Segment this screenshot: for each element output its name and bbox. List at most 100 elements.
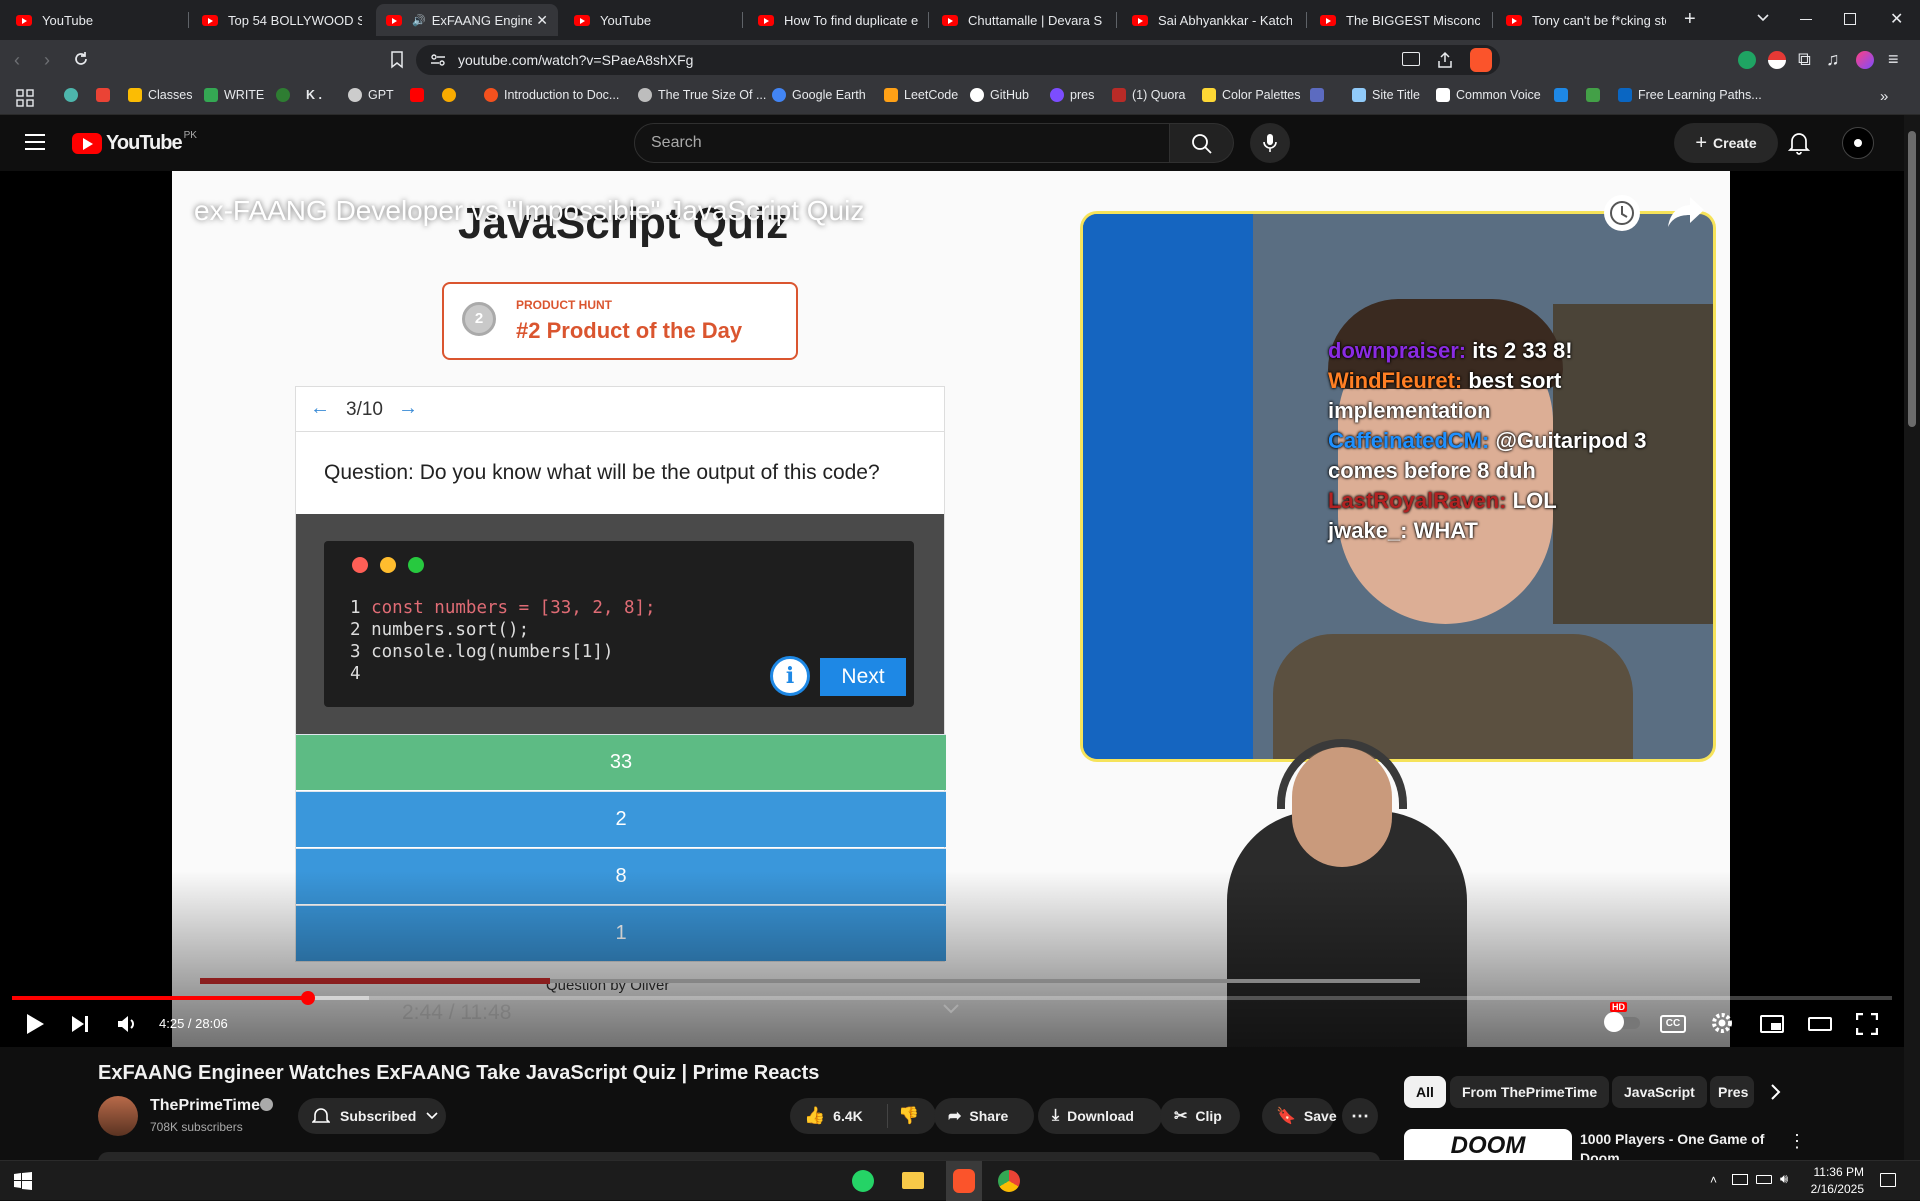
taskbar-active-app[interactable] bbox=[946, 1161, 982, 1201]
volume-icon[interactable] bbox=[116, 1014, 138, 1034]
progress-bar[interactable] bbox=[12, 991, 1892, 1005]
browser-menu-icon[interactable]: ≡ bbox=[1888, 49, 1899, 70]
download-button[interactable]: ⤓ Download bbox=[1038, 1098, 1162, 1134]
save-button[interactable]: 🔖 Save bbox=[1262, 1098, 1337, 1134]
share-arrow-icon[interactable] bbox=[1666, 195, 1706, 229]
chevron-right-icon[interactable] bbox=[1770, 1083, 1782, 1101]
speaker-icon[interactable]: 🔊︎ bbox=[1780, 1171, 1788, 1187]
bookmark-item[interactable]: Google Earth bbox=[772, 88, 866, 102]
settings-gear-icon[interactable] bbox=[1710, 1011, 1734, 1035]
browser-tab[interactable]: The BIGGEST Misconcepti bbox=[1310, 4, 1490, 36]
forward-icon[interactable]: › bbox=[44, 50, 50, 71]
bookmark-page-icon[interactable] bbox=[390, 51, 404, 69]
cast-icon[interactable] bbox=[1402, 52, 1420, 66]
pokeball-extension-icon[interactable] bbox=[1768, 51, 1786, 69]
tray-chevron-up-icon[interactable]: ˄ bbox=[1710, 1173, 1717, 1187]
dislike-button[interactable]: 👎 bbox=[888, 1106, 919, 1126]
browser-tab[interactable]: Tony can't be f*cking stop bbox=[1496, 4, 1676, 36]
share-page-icon[interactable] bbox=[1436, 51, 1454, 69]
bookmark-item[interactable] bbox=[1310, 88, 1330, 102]
bookmark-item[interactable] bbox=[410, 88, 430, 102]
bookmark-item[interactable] bbox=[442, 88, 462, 102]
back-icon[interactable]: ‹ bbox=[14, 50, 20, 71]
bookmark-item[interactable]: Free Learning Paths... bbox=[1618, 88, 1762, 102]
like-button[interactable]: 👍 6.4K bbox=[790, 1104, 888, 1128]
audio-playing-icon[interactable]: 🔊 bbox=[412, 14, 426, 27]
whatsapp-icon[interactable] bbox=[852, 1170, 874, 1192]
battery-icon[interactable] bbox=[1756, 1175, 1772, 1184]
browser-tab[interactable]: Sai Abhyankkar - Katchi S bbox=[1122, 4, 1302, 36]
bookmark-item[interactable]: K . bbox=[306, 88, 322, 102]
recommendation-thumbnail[interactable]: DOOM bbox=[1404, 1129, 1572, 1162]
search-button[interactable] bbox=[1170, 123, 1234, 163]
bookmark-item[interactable] bbox=[96, 88, 116, 102]
channel-name[interactable]: ThePrimeTime bbox=[150, 1097, 260, 1115]
fullscreen-icon[interactable] bbox=[1856, 1013, 1878, 1035]
subscribed-button[interactable]: Subscribed bbox=[298, 1098, 446, 1134]
notifications-icon[interactable] bbox=[1880, 1173, 1896, 1187]
chip-all[interactable]: All bbox=[1404, 1076, 1446, 1108]
browser-tab[interactable]: YouTube bbox=[6, 4, 190, 36]
play-icon[interactable] bbox=[24, 1012, 46, 1036]
bookmark-item[interactable]: pres bbox=[1050, 88, 1094, 102]
bookmark-item[interactable]: WRITE bbox=[204, 88, 264, 102]
bookmark-item[interactable]: GitHub bbox=[970, 88, 1029, 102]
bookmark-item[interactable] bbox=[1586, 88, 1606, 102]
site-info-icon[interactable] bbox=[430, 53, 446, 67]
network-icon[interactable] bbox=[1732, 1174, 1748, 1185]
theater-mode-icon[interactable] bbox=[1808, 1017, 1832, 1031]
chevron-down-icon[interactable] bbox=[942, 1003, 960, 1015]
recommendation-menu-icon[interactable]: ⋮ bbox=[1788, 1131, 1806, 1152]
media-controls-icon[interactable]: ♫ bbox=[1826, 49, 1840, 70]
bookmark-item[interactable] bbox=[64, 88, 84, 102]
video-player[interactable]: JavaScript Quiz 2 PRODUCT HUNT #2 Produc… bbox=[0, 171, 1904, 1047]
next-video-icon[interactable] bbox=[70, 1014, 90, 1034]
share-button[interactable]: ➦ Share bbox=[934, 1098, 1034, 1134]
bookmark-item[interactable]: Introduction to Doc... bbox=[484, 88, 619, 102]
chip-from-channel[interactable]: From ThePrimeTime bbox=[1450, 1076, 1610, 1108]
tab-search-chevron-icon[interactable] bbox=[1756, 10, 1770, 24]
extensions-puzzle-icon[interactable]: ⧉ bbox=[1798, 49, 1811, 70]
progress-scrubber-handle[interactable] bbox=[301, 991, 316, 1005]
clip-button[interactable]: ✂ Clip bbox=[1160, 1098, 1240, 1134]
more-actions-icon[interactable]: ⋯ bbox=[1342, 1098, 1378, 1134]
apps-grid-icon[interactable] bbox=[16, 89, 34, 107]
channel-avatar[interactable] bbox=[98, 1096, 138, 1136]
bookmark-item[interactable] bbox=[1554, 88, 1574, 102]
clock-time[interactable]: 11:36 PM bbox=[1808, 1165, 1864, 1179]
more-bookmarks-icon[interactable]: » bbox=[1880, 88, 1888, 105]
reload-icon[interactable] bbox=[72, 50, 90, 68]
clock-date[interactable]: 2/16/2025 bbox=[1796, 1182, 1864, 1196]
windows-start-icon[interactable] bbox=[14, 1172, 32, 1190]
bookmark-item[interactable]: GPT bbox=[348, 88, 394, 102]
browser-tab[interactable]: YouTube bbox=[564, 4, 744, 36]
recommendation-title[interactable]: 1000 Players - One Game of Doom bbox=[1580, 1130, 1780, 1160]
bookmark-item[interactable]: Classes bbox=[128, 88, 192, 102]
youtube-logo[interactable]: YouTube PK bbox=[72, 130, 197, 155]
miniplayer-icon[interactable] bbox=[1760, 1015, 1784, 1033]
bookmark-item[interactable]: (1) Quora bbox=[1112, 88, 1186, 102]
new-tab-icon[interactable]: + bbox=[1684, 8, 1696, 31]
captions-cc-icon[interactable]: CC bbox=[1660, 1015, 1686, 1033]
autoplay-toggle[interactable] bbox=[1602, 1011, 1642, 1033]
create-button[interactable]: + Create bbox=[1674, 123, 1778, 163]
file-explorer-icon[interactable] bbox=[902, 1172, 924, 1189]
chrome-icon[interactable] bbox=[998, 1170, 1020, 1192]
minimize-icon[interactable] bbox=[1800, 19, 1812, 20]
watch-later-clock-icon[interactable] bbox=[1604, 195, 1640, 231]
restore-icon[interactable] bbox=[1844, 13, 1856, 25]
page-scrollbar[interactable] bbox=[1904, 115, 1920, 1160]
brave-shields-icon[interactable] bbox=[1470, 48, 1492, 72]
bookmark-item[interactable] bbox=[276, 88, 296, 102]
close-tab-icon[interactable]: ✕ bbox=[536, 12, 548, 29]
grammarly-extension-icon[interactable] bbox=[1738, 51, 1756, 69]
voice-search-button[interactable] bbox=[1250, 123, 1290, 163]
profile-avatar-icon[interactable] bbox=[1856, 51, 1874, 69]
scrollbar-thumb[interactable] bbox=[1908, 131, 1916, 427]
bookmark-item[interactable]: LeetCode bbox=[884, 88, 958, 102]
notifications-bell-icon[interactable] bbox=[1788, 131, 1810, 155]
address-bar[interactable]: youtube.com/watch?v=SPaeA8shXFg bbox=[416, 45, 1500, 75]
bookmark-item[interactable]: Site Title bbox=[1352, 88, 1420, 102]
close-window-icon[interactable]: ✕ bbox=[1890, 9, 1903, 29]
chip-pres[interactable]: Pres bbox=[1710, 1076, 1754, 1108]
